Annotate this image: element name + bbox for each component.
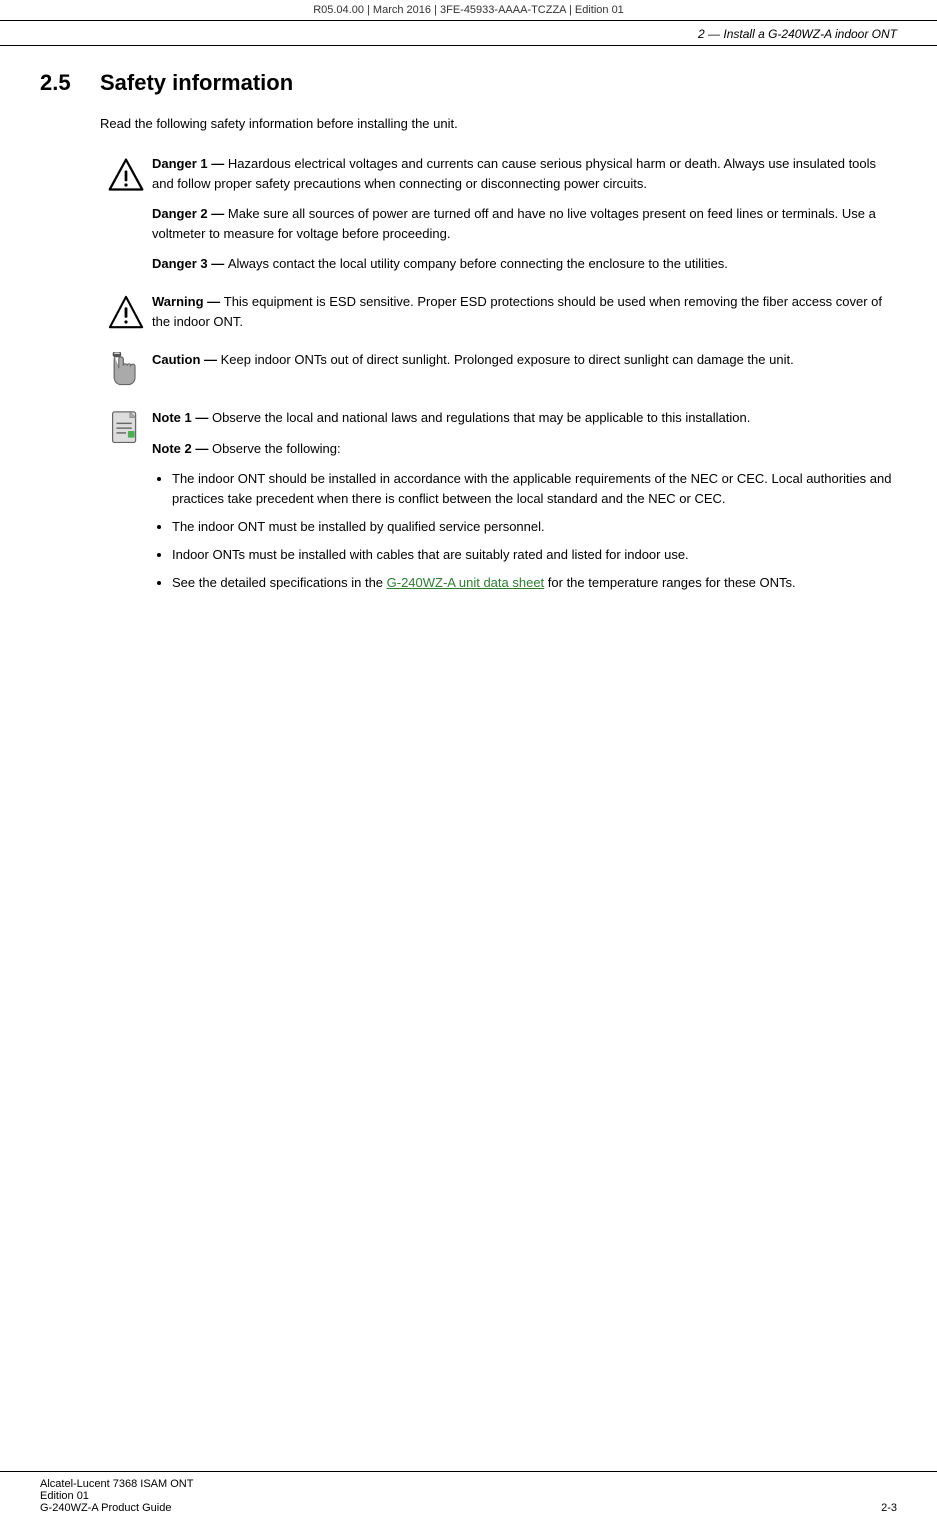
danger-1-text: Danger 1 — Hazardous electrical voltages… bbox=[152, 154, 897, 194]
caution-text-group: Caution — Keep indoor ONTs out of direct… bbox=[152, 350, 897, 370]
note-text-group: Note 1 — Observe the local and national … bbox=[152, 408, 897, 601]
page-header: R05.04.00 | March 2016 | 3FE-45933-AAAA-… bbox=[0, 0, 937, 21]
section-number: 2.5 bbox=[40, 70, 100, 96]
danger-icon bbox=[107, 156, 145, 194]
warning-icon bbox=[108, 294, 144, 332]
warning-notice-block: Warning — This equipment is ESD sensitiv… bbox=[100, 292, 897, 332]
page-content: 2.5 Safety information Read the followin… bbox=[0, 46, 937, 659]
bullet-2: The indoor ONT must be installed by qual… bbox=[172, 517, 897, 537]
page-subheader: 2 — Install a G-240WZ-A indoor ONT bbox=[0, 21, 937, 46]
danger-2-text: Danger 2 — Make sure all sources of powe… bbox=[152, 204, 897, 244]
note-icon bbox=[108, 410, 144, 452]
warning-label: Warning — bbox=[152, 294, 224, 309]
caution-icon bbox=[109, 352, 143, 390]
danger-text-group: Danger 1 — Hazardous electrical voltages… bbox=[152, 154, 897, 275]
danger-3-text: Danger 3 — Always contact the local util… bbox=[152, 254, 897, 274]
note-2-text: Note 2 — Observe the following: bbox=[152, 439, 897, 459]
warning-text: Warning — This equipment is ESD sensitiv… bbox=[152, 292, 897, 332]
caution-label: Caution — bbox=[152, 352, 221, 367]
danger-1-label: Danger 1 — bbox=[152, 156, 228, 171]
section-title-row: 2.5 Safety information bbox=[40, 70, 897, 96]
footer-right: 2-3 bbox=[881, 1502, 897, 1514]
footer-line2: Edition 01 bbox=[40, 1490, 193, 1502]
header-text: R05.04.00 | March 2016 | 3FE-45933-AAAA-… bbox=[313, 4, 624, 16]
page-footer: Alcatel-Lucent 7368 ISAM ONT Edition 01 … bbox=[0, 1471, 937, 1520]
bullet-4: See the detailed specifications in the G… bbox=[172, 573, 897, 593]
unit-data-sheet-link[interactable]: G-240WZ-A unit data sheet bbox=[387, 575, 545, 590]
section-title: Safety information bbox=[100, 70, 293, 96]
warning-icon-container bbox=[100, 292, 152, 332]
caution-notice-block: Caution — Keep indoor ONTs out of direct… bbox=[100, 350, 897, 390]
note-icon-container bbox=[100, 408, 152, 452]
footer-page: 2-3 bbox=[881, 1502, 897, 1514]
footer-left: Alcatel-Lucent 7368 ISAM ONT Edition 01 … bbox=[40, 1478, 193, 1514]
intro-text: Read the following safety information be… bbox=[100, 114, 897, 134]
footer-line3: G-240WZ-A Product Guide bbox=[40, 1502, 193, 1514]
bullet-1: The indoor ONT should be installed in ac… bbox=[172, 469, 897, 509]
caution-icon-container bbox=[100, 350, 152, 390]
danger-notice-block: Danger 1 — Hazardous electrical voltages… bbox=[100, 154, 897, 275]
danger-3-label: Danger 3 — bbox=[152, 256, 228, 271]
subheader-text: 2 — Install a G-240WZ-A indoor ONT bbox=[698, 27, 897, 41]
note-1-text: Note 1 — Observe the local and national … bbox=[152, 408, 897, 428]
bullet-3: Indoor ONTs must be installed with cable… bbox=[172, 545, 897, 565]
caution-text: Caution — Keep indoor ONTs out of direct… bbox=[152, 350, 897, 370]
danger-2-label: Danger 2 — bbox=[152, 206, 228, 221]
note-bullet-list: The indoor ONT should be installed in ac… bbox=[172, 469, 897, 594]
note-1-label: Note 1 — bbox=[152, 410, 212, 425]
warning-text-group: Warning — This equipment is ESD sensitiv… bbox=[152, 292, 897, 332]
footer-line1: Alcatel-Lucent 7368 ISAM ONT bbox=[40, 1478, 193, 1490]
danger-icon-container bbox=[100, 154, 152, 194]
note-2-label: Note 2 — bbox=[152, 441, 212, 456]
note-notice-block: Note 1 — Observe the local and national … bbox=[100, 408, 897, 601]
